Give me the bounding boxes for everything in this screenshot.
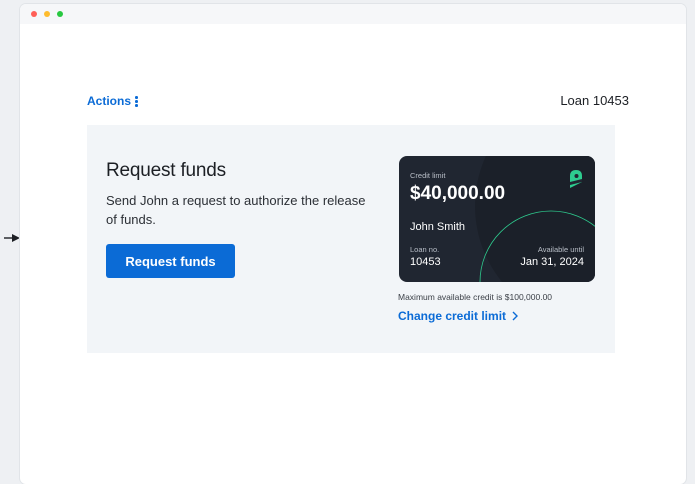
available-until-value: Jan 31, 2024 [520,256,584,268]
request-funds-title: Request funds [106,160,226,181]
loan-no-label: Loan no. [410,245,440,254]
loan-no-value: 10453 [410,256,441,268]
request-funds-panel: Request funds Send John a request to aut… [87,125,615,353]
arrow-right-icon [4,234,20,242]
request-funds-description: Send John a request to authorize the rel… [106,193,366,227]
actions-menu-button[interactable]: Actions [87,94,138,108]
available-until-label: Available until [537,245,584,254]
credit-limit-label: Credit limit [410,171,446,180]
window-titlebar [20,4,686,24]
change-credit-limit-link[interactable]: Change credit limit [398,309,519,323]
credit-card: Credit limit $40,000.00 John Smith Loan … [399,156,595,282]
credit-limit-value: $40,000.00 [410,183,506,204]
max-credit-note: Maximum available credit is $100,000.00 [398,292,553,302]
change-credit-limit-label: Change credit limit [398,309,507,323]
actions-label: Actions [87,94,132,108]
request-funds-button[interactable]: Request funds [106,244,235,278]
app-window: Actions Loan 10453 Request funds Send Jo… [20,4,686,484]
maximize-window-button[interactable] [57,11,63,17]
loan-title: Loan 10453 [560,93,629,108]
close-window-button[interactable] [31,11,37,17]
brand-logo-icon [570,170,582,188]
kebab-icon [135,95,138,107]
minimize-window-button[interactable] [44,11,50,17]
card-holder-name: John Smith [410,221,466,233]
chevron-right-icon [512,311,519,321]
